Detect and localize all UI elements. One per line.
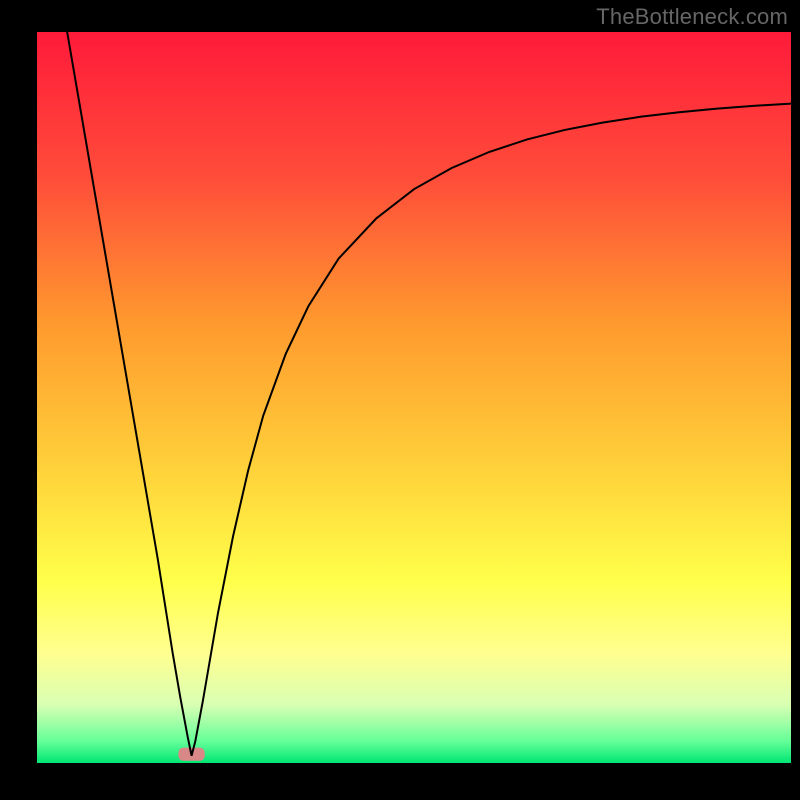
plot-background (37, 32, 791, 763)
watermark-text: TheBottleneck.com (596, 4, 788, 30)
bottleneck-chart (0, 0, 800, 800)
chart-frame: TheBottleneck.com (0, 0, 800, 800)
